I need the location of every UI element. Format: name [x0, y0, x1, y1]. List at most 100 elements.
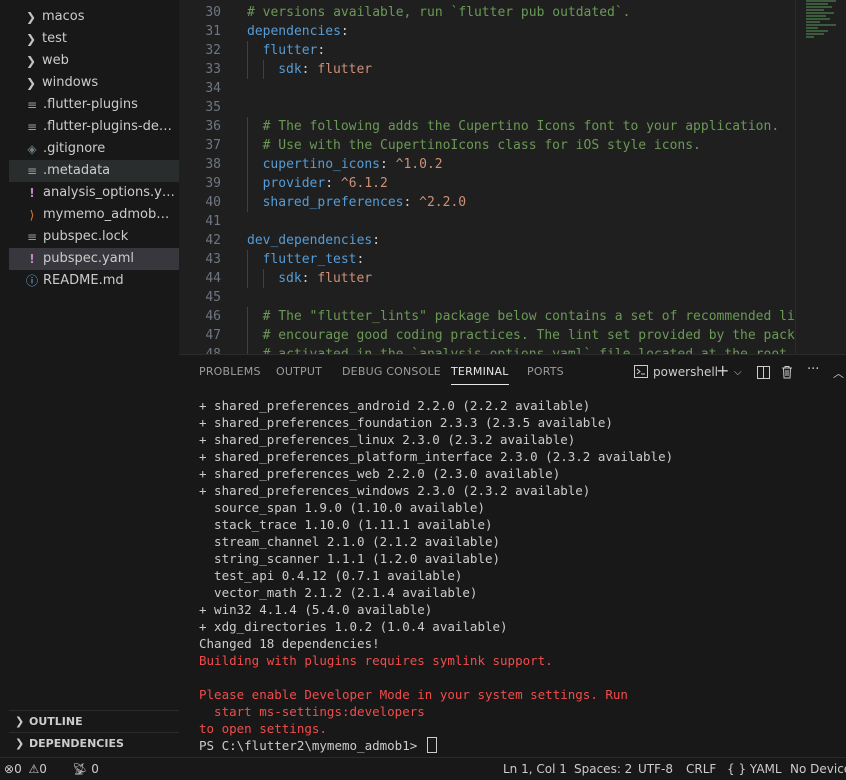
yaml-key: dependencies	[247, 24, 341, 39]
line-number: 38	[205, 157, 221, 172]
yaml-key: sdk	[278, 62, 302, 77]
folder-item[interactable]: ❯ web	[9, 50, 179, 72]
explorer-sidebar: ❯ macos ❯ test ❯ web ❯ windows ≡ .flutter-plugins…	[0, 0, 179, 757]
yaml-key: cupertino_icons	[262, 157, 380, 172]
tab-problems[interactable]: PROBLEMS	[199, 365, 261, 378]
device-status[interactable]: No Device	[790, 758, 846, 780]
outline-section-header[interactable]: ❯ OUTLINE	[9, 710, 179, 733]
indentation-status[interactable]: Spaces: 2	[574, 758, 632, 780]
yaml-colon: :	[301, 271, 310, 286]
language-status[interactable]: { } YAML	[727, 758, 782, 780]
file-item[interactable]: ≡ pubspec.lock	[9, 226, 179, 248]
broadcast-icon: 📡︎	[72, 762, 88, 776]
eol-status[interactable]: CRLF	[686, 758, 716, 780]
lines-icon: ≡	[26, 120, 38, 134]
terminal-line: + win32 4.1.4 (5.4.0 available)	[199, 602, 433, 617]
terminal-line: stream_channel 2.1.0 (2.1.2 available)	[199, 534, 501, 549]
line-number: 45	[205, 290, 221, 305]
terminal-line: + shared_preferences_web 2.2.0 (2.3.0 av…	[199, 466, 561, 481]
indent-guide	[247, 117, 248, 136]
ports-count: 0	[91, 762, 99, 776]
code-comment: # encourage good coding practices. The l…	[262, 328, 842, 343]
tab-terminal[interactable]: TERMINAL	[451, 365, 509, 385]
line-number: 42	[205, 233, 221, 248]
encoding-status[interactable]: UTF-8	[638, 758, 673, 780]
file-item[interactable]: ◈ .gitignore	[9, 138, 179, 160]
code-text: shared_preferences: ^2.2.0	[263, 193, 467, 212]
code-text: # The following adds the Cupertino Icons…	[263, 117, 780, 136]
minimap-line	[806, 6, 832, 8]
yaml-colon: :	[317, 43, 326, 58]
minimap-line	[806, 9, 824, 11]
indent-guide	[247, 60, 248, 79]
tab-output[interactable]: OUTPUT	[276, 365, 322, 378]
line-number: 43	[205, 252, 221, 267]
tree-item-label: test	[42, 31, 67, 46]
minimap-line	[806, 12, 834, 14]
file-item[interactable]: ≡ .flutter-plugins	[9, 94, 179, 116]
folder-item[interactable]: ❯ test	[9, 28, 179, 50]
cursor-position[interactable]: Ln 1, Col 1	[503, 758, 567, 780]
braces-icon: { }	[727, 762, 747, 776]
more-actions-icon[interactable]: ···	[807, 362, 819, 377]
file-item[interactable]: ≡ .metadata	[9, 160, 179, 182]
file-item[interactable]: ≡ .flutter-plugins-dependencies	[9, 116, 179, 138]
indent-guide	[262, 269, 264, 288]
terminal-line: test_api 0.4.12 (0.7.1 available)	[199, 568, 463, 583]
status-bar: ⊗0 ⚠0 📡︎ 0 Ln 1, Col 1 Spaces: 2 UTF-8 CR…	[0, 757, 846, 780]
tree-item-label: .metadata	[43, 163, 111, 178]
code-comment: # The "flutter_lints" package below cont…	[262, 309, 842, 324]
indent-guide	[247, 307, 248, 326]
terminal-line: + shared_preferences_windows 2.3.0 (2.3.…	[199, 483, 591, 498]
tree-item-label: macos	[42, 9, 85, 24]
indent-guide	[247, 345, 248, 354]
code-text: dev_dependencies:	[247, 231, 380, 250]
code-line: 38 cupertino_icons: ^1.0.2	[179, 155, 846, 174]
shell-name[interactable]: powershell	[653, 365, 718, 379]
code-text: # The "flutter_lints" package below cont…	[263, 307, 842, 326]
line-number: 31	[205, 24, 221, 39]
code-line: 36 # The following adds the Cupertino Ico…	[179, 117, 846, 136]
file-item[interactable]: ⟩ mymemo_admob1.iml	[9, 204, 179, 226]
dependencies-section-header[interactable]: ❯ DEPENDENCIES	[9, 732, 179, 755]
terminal-line: stack_trace 1.10.0 (1.11.1 available)	[199, 517, 493, 532]
minimap[interactable]	[795, 0, 846, 354]
problems-status[interactable]: ⊗0 ⚠0	[4, 758, 47, 780]
new-terminal-plus-icon[interactable]: +	[716, 361, 729, 380]
split-terminal-icon[interactable]	[757, 366, 770, 383]
terminal-prompt-line[interactable]: PS C:\flutter2\mymemo_admob1>	[199, 737, 839, 754]
code-text: # activated in the `analysis_options.yam…	[263, 345, 846, 354]
chevron-right-icon: ❯	[15, 715, 25, 728]
yaml-value: ^1.0.2	[395, 157, 443, 172]
terminal-line: string_scanner 1.1.1 (1.2.0 available)	[199, 551, 501, 566]
chevron-down-icon[interactable]: ⌵	[734, 367, 742, 378]
terminal-line: + shared_preferences_linux 2.3.0 (2.3.2 …	[199, 432, 576, 447]
terminal-line: source_span 1.9.0 (1.10.0 available)	[199, 500, 485, 515]
folder-item[interactable]: ❯ windows	[9, 72, 179, 94]
line-number: 44	[205, 271, 221, 286]
code-text: sdk: flutter	[278, 60, 372, 79]
tree-item-label: mymemo_admob1.iml	[43, 207, 175, 222]
folder-item[interactable]: ❯ macos	[9, 6, 179, 28]
file-item[interactable]: ⓘ README.md	[9, 270, 179, 292]
yaml-colon: :	[340, 24, 349, 39]
maximize-panel-icon[interactable]: ︿	[833, 365, 844, 381]
tree-item-label: web	[42, 53, 69, 68]
tab-debug-console[interactable]: DEBUG CONSOLE	[342, 365, 441, 378]
ports-status[interactable]: 📡︎ 0	[72, 758, 99, 780]
code-line: 32 flutter:	[179, 41, 846, 60]
tab-ports[interactable]: PORTS	[527, 365, 564, 378]
error-icon: ⊗	[4, 762, 15, 776]
trash-icon[interactable]	[781, 365, 793, 383]
code-comment: # versions available, run `flutter pub o…	[247, 5, 631, 20]
yaml-colon: :	[380, 157, 388, 172]
terminal-output[interactable]: + shared_preferences_android 2.2.0 (2.2.…	[199, 397, 839, 754]
info-icon: ⓘ	[26, 274, 39, 288]
yaml-key: sdk	[278, 271, 302, 286]
language-label: YAML	[749, 762, 782, 776]
file-item[interactable]: ! pubspec.yaml	[9, 248, 179, 270]
file-item[interactable]: ! analysis_options.yaml	[9, 182, 179, 204]
indent-guide	[247, 41, 248, 60]
code-line: 43 flutter_test:	[179, 250, 846, 269]
code-editor[interactable]: 30 # versions available, run `flutter pub…	[179, 0, 846, 354]
